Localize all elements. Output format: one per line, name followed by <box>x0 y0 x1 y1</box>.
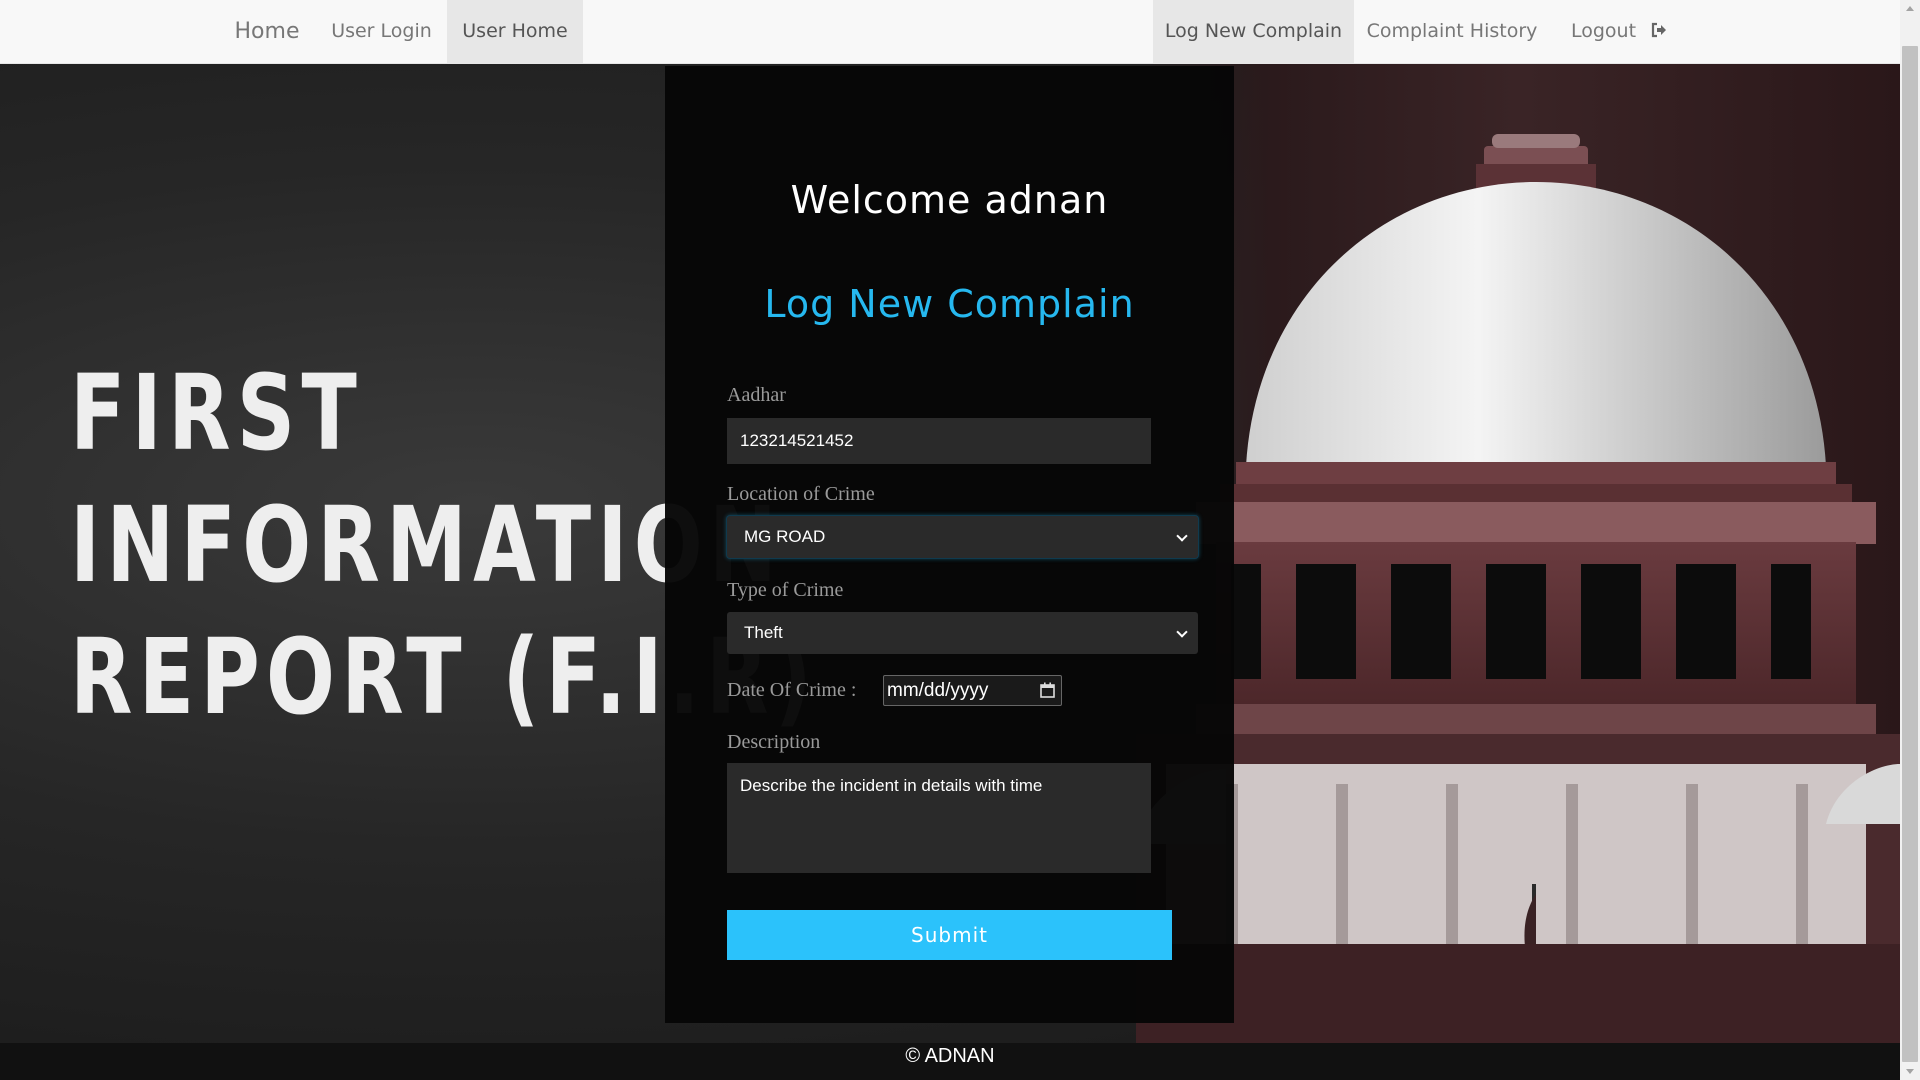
description-textarea[interactable]: Describe the incident in details with ti… <box>727 763 1151 873</box>
fir-hero-title: FIRST INFORMATION REPORT (F.I.R) <box>70 347 818 743</box>
scroll-down-arrow-icon[interactable] <box>1900 1063 1920 1080</box>
supreme-court-image <box>1136 134 1900 1044</box>
chevron-down-icon <box>1176 626 1188 638</box>
welcome-heading: Welcome adnan <box>790 178 1109 222</box>
footer: © ADNAN <box>0 1043 1900 1080</box>
location-selected-value: MG ROAD <box>744 527 826 546</box>
calendar-icon[interactable] <box>1040 682 1055 698</box>
page-scrollbar[interactable] <box>1900 0 1920 1080</box>
form-title: Log New Complain <box>764 282 1135 326</box>
nav-complaint-history-link[interactable]: Complaint History <box>1354 0 1550 63</box>
top-navbar: Home User Login User Home Log New Compla… <box>0 0 1900 64</box>
logout-icon <box>1652 22 1667 38</box>
fir-title-line: INFORMATION <box>70 484 784 606</box>
nav-log-new-complain-link[interactable]: Log New Complain <box>1153 0 1354 63</box>
crime-type-selected-value: Theft <box>744 623 783 642</box>
aadhar-label: Aadhar <box>727 384 786 406</box>
scroll-up-arrow-icon[interactable] <box>1900 0 1920 17</box>
nav-user-login-link[interactable]: User Login <box>316 0 447 63</box>
fir-title-line: FIRST <box>70 352 364 474</box>
submit-button[interactable]: Submit <box>727 910 1172 960</box>
date-of-crime-input[interactable]: mm/dd/yyyy <box>883 675 1062 706</box>
date-label: Date Of Crime : <box>727 679 857 701</box>
chevron-down-icon <box>1176 530 1188 542</box>
nav-user-home-link[interactable]: User Home <box>447 0 583 63</box>
crime-type-label: Type of Crime <box>727 579 844 601</box>
logout-label: Logout <box>1571 20 1637 42</box>
description-label: Description <box>727 731 821 753</box>
location-select[interactable]: MG ROAD <box>727 516 1198 558</box>
crime-type-select[interactable]: Theft <box>727 612 1198 654</box>
aadhar-input[interactable]: 123214521452 <box>727 418 1151 464</box>
fir-title-line: REPORT (F.I.R) <box>70 616 818 738</box>
nav-logout-link[interactable]: Logout <box>1550 0 1680 63</box>
nav-home-link[interactable]: Home <box>218 0 316 63</box>
footer-copyright: © ADNAN <box>905 1045 995 1067</box>
complaint-form-panel: Welcome adnan Log New Complain Aadhar 12… <box>665 66 1234 1023</box>
date-placeholder: mm/dd/yyyy <box>887 680 989 701</box>
scrollbar-thumb[interactable] <box>1902 46 1918 1062</box>
location-label: Location of Crime <box>727 483 875 505</box>
